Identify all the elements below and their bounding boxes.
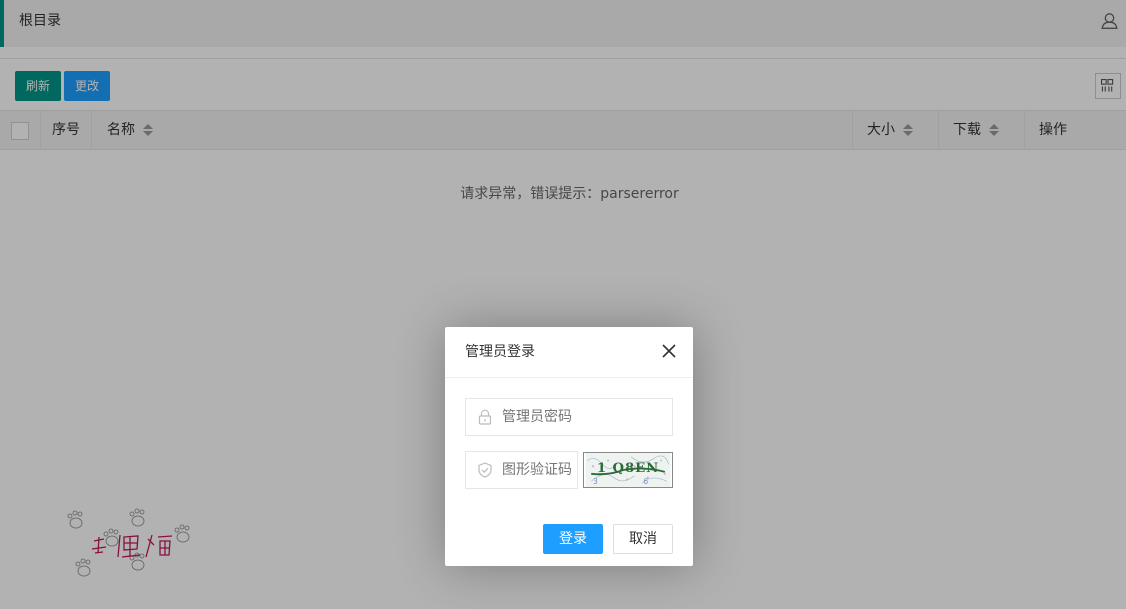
close-icon[interactable] (662, 344, 676, 358)
cancel-button[interactable]: 取消 (613, 524, 673, 554)
login-button[interactable]: 登录 (543, 524, 603, 554)
dialog-header: 管理员登录 (445, 327, 693, 378)
captcha-image[interactable]: 1 Q8EN 3 6 (583, 452, 673, 488)
password-input[interactable] (502, 399, 667, 435)
captcha-noise-digits: 3 6 (593, 477, 648, 486)
captcha-code: 1 Q8EN (597, 461, 659, 476)
password-field (465, 398, 673, 436)
captcha-input[interactable] (502, 452, 577, 488)
shield-check-icon (478, 462, 492, 478)
captcha-field (465, 451, 578, 489)
lock-icon (478, 409, 492, 425)
dialog-title: 管理员登录 (465, 344, 535, 360)
admin-login-dialog: 管理员登录 1 Q8EN 3 (445, 327, 693, 566)
